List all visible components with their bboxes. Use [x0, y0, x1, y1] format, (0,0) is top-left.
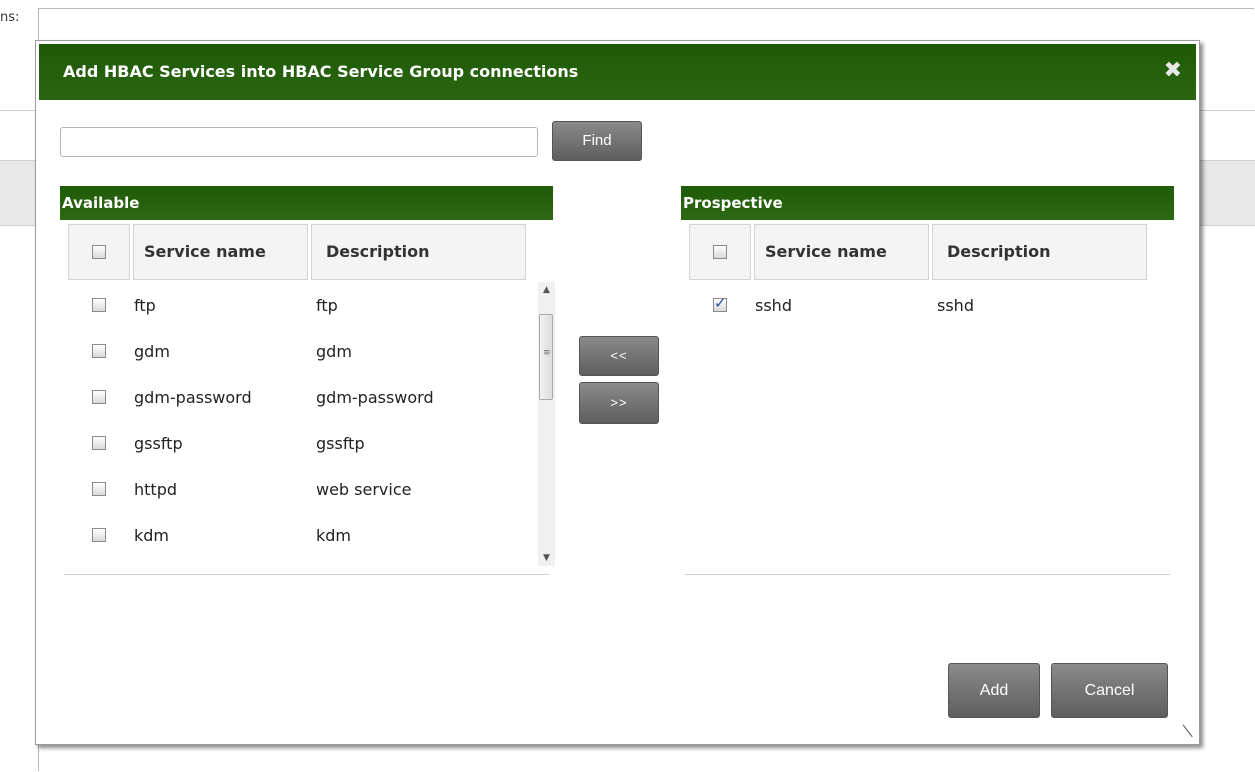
- prospective-panel: Prospective Service name Description ssh…: [681, 186, 1174, 626]
- service-name: sshd: [755, 295, 792, 315]
- prospective-list: sshd sshd: [689, 282, 1166, 566]
- background-divider: [1198, 110, 1255, 111]
- select-all-cell: [689, 224, 751, 280]
- service-description: web service: [316, 479, 412, 499]
- scroll-down-arrow-icon[interactable]: ▼: [538, 550, 555, 566]
- column-header-description[interactable]: Description: [932, 224, 1147, 280]
- add-button[interactable]: Add: [948, 663, 1040, 718]
- dialog-titlebar[interactable]: Add HBAC Services into HBAC Service Grou…: [39, 44, 1196, 100]
- available-column-headers: Service name Description: [68, 224, 529, 280]
- row-checkbox[interactable]: [92, 482, 106, 496]
- table-row[interactable]: kdm kdm: [68, 512, 545, 558]
- prospective-header: Prospective: [681, 186, 1174, 220]
- close-icon[interactable]: ✖: [1164, 58, 1182, 83]
- service-name: gssftp: [134, 433, 183, 453]
- background-band-right: [1198, 160, 1255, 226]
- column-header-service-name[interactable]: Service name: [754, 224, 929, 280]
- service-name: httpd: [134, 479, 177, 499]
- background-band: [0, 160, 38, 226]
- search-input[interactable]: [60, 127, 538, 157]
- cancel-button[interactable]: Cancel: [1051, 663, 1168, 718]
- dialog-title: Add HBAC Services into HBAC Service Grou…: [63, 62, 579, 81]
- table-row[interactable]: gdm gdm: [68, 328, 545, 374]
- service-description: sshd: [937, 295, 974, 315]
- available-scrollbar[interactable]: ▲ ≡ ▼: [538, 282, 555, 566]
- service-name: gdm-password: [134, 387, 252, 407]
- service-description: kdm: [316, 525, 352, 545]
- background-divider: [0, 110, 38, 111]
- scroll-up-arrow-icon[interactable]: ▲: [538, 282, 555, 298]
- column-header-description[interactable]: Description: [311, 224, 526, 280]
- panel-divider: [685, 574, 1170, 575]
- service-name: gdm: [134, 341, 170, 361]
- table-row-partial[interactable]: [68, 558, 545, 566]
- available-list: ftp ftp gdm gdm gdm-password gdm-passwor…: [68, 282, 545, 566]
- service-name: kdm: [134, 525, 170, 545]
- table-row[interactable]: ftp ftp: [68, 282, 545, 328]
- row-checkbox-checked[interactable]: [713, 294, 727, 312]
- table-row[interactable]: gdm-password gdm-password: [68, 374, 545, 420]
- row-checkbox[interactable]: [92, 436, 106, 450]
- prospective-select-all-checkbox[interactable]: [713, 245, 727, 259]
- available-header: Available: [60, 186, 553, 220]
- row-checkbox[interactable]: [92, 298, 106, 312]
- table-row[interactable]: httpd web service: [68, 466, 545, 512]
- move-left-button[interactable]: <<: [579, 336, 659, 376]
- select-all-cell: [68, 224, 130, 280]
- service-description: ftp: [316, 295, 338, 315]
- column-header-service-name[interactable]: Service name: [133, 224, 308, 280]
- prospective-column-headers: Service name Description: [689, 224, 1150, 280]
- row-checkbox[interactable]: [92, 390, 106, 404]
- panel-divider: [64, 574, 549, 575]
- find-button[interactable]: Find: [552, 121, 642, 161]
- row-checkbox[interactable]: [92, 344, 106, 358]
- service-description: gdm-password: [316, 387, 434, 407]
- service-description: gssftp: [316, 433, 365, 453]
- grip-icon: ≡: [543, 348, 551, 358]
- move-right-button[interactable]: >>: [579, 382, 659, 424]
- service-description: gdm: [316, 341, 352, 361]
- table-row[interactable]: sshd sshd: [689, 282, 1166, 328]
- row-checkbox[interactable]: [92, 528, 106, 542]
- background-label: ns:: [0, 10, 20, 25]
- available-panel: Available Service name Description ftp f…: [60, 186, 555, 626]
- service-name: ftp: [134, 295, 156, 315]
- available-select-all-checkbox[interactable]: [92, 245, 106, 259]
- table-row[interactable]: gssftp gssftp: [68, 420, 545, 466]
- add-services-dialog: Add HBAC Services into HBAC Service Grou…: [35, 40, 1200, 745]
- scroll-thumb[interactable]: ≡: [539, 314, 553, 400]
